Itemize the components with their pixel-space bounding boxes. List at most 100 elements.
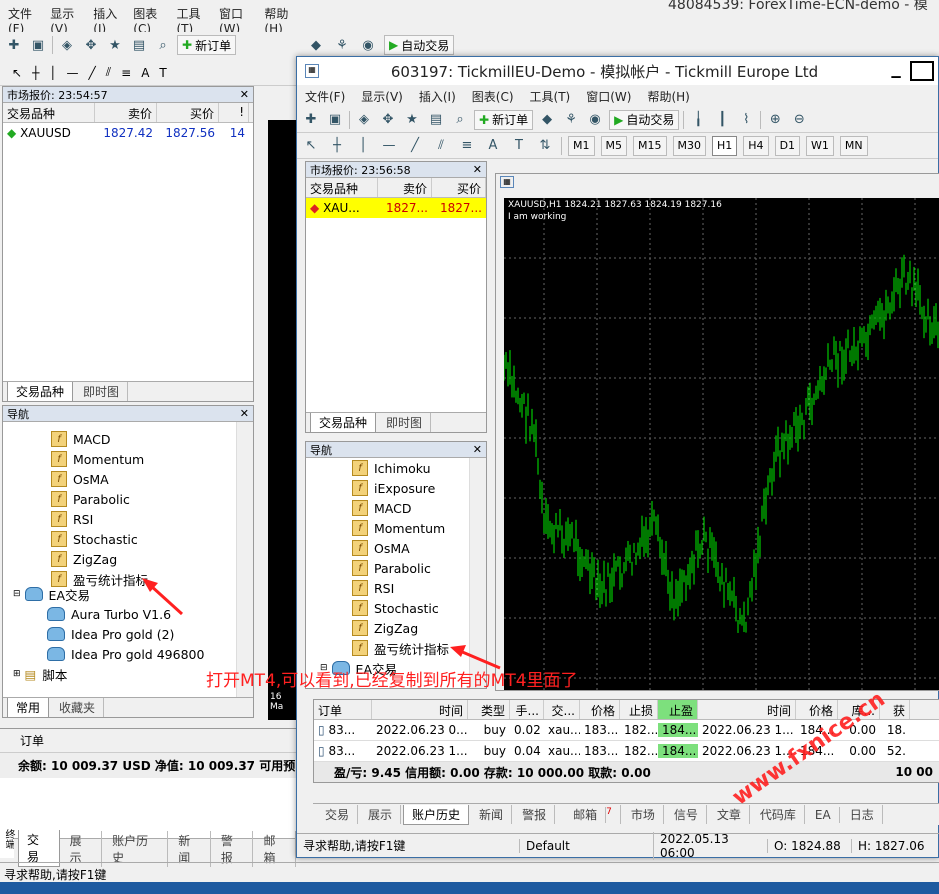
tab-symbols[interactable]: 交易品种 [7, 381, 74, 401]
tab-common[interactable]: 常用 [7, 697, 50, 717]
history-icon[interactable]: ⚘ [561, 110, 581, 130]
fg-menu-window[interactable]: 窗口(W) [578, 88, 639, 105]
cross-tool-icon[interactable]: ┼ [32, 66, 39, 80]
line-chart-icon[interactable]: ⌇ [736, 110, 756, 130]
fg-menu-file[interactable]: 文件(F) [297, 88, 353, 105]
signal-icon[interactable]: ◉ [585, 110, 605, 130]
bg-nav-scrollbar[interactable] [236, 422, 253, 697]
nav-item[interactable]: f iExposure [352, 478, 486, 498]
crosshair-icon[interactable]: ✥ [378, 110, 398, 130]
crosshair-icon[interactable]: ✥ [81, 35, 101, 55]
chart-tab-icon[interactable]: ▦ [500, 176, 514, 188]
col-time[interactable]: 时间 [372, 700, 468, 719]
terminal-icon[interactable]: ▤ [426, 110, 446, 130]
text-icon[interactable]: A [483, 136, 503, 156]
tab-journal[interactable]: 日志 [842, 805, 883, 824]
col-symbol[interactable]: 交... [544, 700, 580, 719]
vline-icon[interactable]: │ [353, 136, 373, 156]
ea-item[interactable]: Aura Turbo V1.6 [47, 604, 204, 624]
nav-item[interactable]: f OsMA [51, 469, 253, 489]
cursor-icon[interactable]: ↖ [301, 136, 321, 156]
eraser-icon[interactable]: ◆ [537, 110, 557, 130]
nav-item[interactable]: f OsMA [352, 538, 486, 558]
favorites-icon[interactable]: ★ [105, 35, 125, 55]
tab-signals[interactable]: 信号 [666, 805, 707, 824]
tf-m1[interactable]: M1 [568, 135, 595, 156]
tab-exposure[interactable]: 展示 [360, 805, 402, 824]
favorites-icon[interactable]: ★ [402, 110, 422, 130]
channel-icon[interactable]: ⫽ [431, 136, 451, 156]
zoom-in-icon[interactable]: ⊕ [765, 110, 785, 130]
tester-icon[interactable]: ⌕ [450, 110, 470, 130]
tf-m30[interactable]: M30 [672, 135, 706, 156]
tab-favorites[interactable]: 收藏夹 [51, 698, 105, 717]
tf-m15[interactable]: M15 [633, 135, 667, 156]
profiles-icon[interactable]: ▣ [28, 35, 48, 55]
bg-menu-window[interactable]: 窗口(W) [211, 5, 256, 36]
col-symbol[interactable]: 交易品种 [306, 178, 378, 197]
nav-item[interactable]: f MACD [51, 429, 253, 449]
bg-menu-tools[interactable]: 工具(T) [168, 5, 211, 36]
col-lots[interactable]: 手... [510, 700, 544, 719]
bg-menu-file[interactable]: 文件(F) [0, 5, 42, 36]
ea-item[interactable]: Idea Pro gold (2) [47, 624, 204, 644]
nav-item[interactable]: f ZigZag [51, 549, 253, 569]
nav-item[interactable]: f 盈亏统计指标 [352, 638, 486, 658]
text-icon[interactable]: A [141, 66, 149, 80]
fg-menu-insert[interactable]: 插入(I) [411, 88, 464, 105]
hline-icon[interactable]: — [379, 136, 399, 156]
col-symbol[interactable]: 交易品种 [3, 103, 95, 122]
tf-mn[interactable]: MN [839, 135, 868, 156]
tab-symbols[interactable]: 交易品种 [310, 412, 377, 432]
label-icon[interactable]: T [159, 66, 166, 80]
tab-tick-chart[interactable]: 即时图 [75, 382, 129, 401]
nav-item[interactable]: f Stochastic [352, 598, 486, 618]
col-close-time[interactable]: 时间 [698, 700, 796, 719]
tester-icon[interactable]: ⌕ [153, 35, 173, 55]
bar-chart-icon[interactable]: ╽ [688, 110, 708, 130]
nav-item[interactable]: f MACD [352, 498, 486, 518]
col-spread[interactable]: ! [219, 103, 249, 122]
vline-icon[interactable]: │ [49, 66, 56, 80]
fibo-icon[interactable]: ≡ [121, 66, 131, 80]
nav-item[interactable]: f RSI [51, 509, 253, 529]
table-row[interactable]: ▯ 83... 2022.06.23 1... buy 0.04 xau... … [314, 741, 939, 762]
tab-news[interactable]: 新闻 [471, 805, 513, 824]
close-icon[interactable]: ✕ [240, 88, 249, 101]
collapse-icon[interactable]: ⊟ [13, 589, 21, 599]
candle-chart-icon[interactable]: ┃ [712, 110, 732, 130]
tab-market[interactable]: 市场 [623, 805, 664, 824]
bg-menu-help[interactable]: 帮助(H) [256, 5, 300, 36]
close-icon[interactable]: ✕ [473, 443, 482, 456]
fg-menu-view[interactable]: 显示(V) [353, 88, 411, 105]
tf-w1[interactable]: W1 [806, 135, 834, 156]
nav-item[interactable]: f Momentum [51, 449, 253, 469]
tab-alerts[interactable]: 警报 [514, 805, 556, 824]
nav-scripts-folder[interactable]: ⊞ ▤ 脚本 [13, 664, 67, 684]
tab-history[interactable]: 账户历史 [403, 804, 470, 825]
fg-menu-chart[interactable]: 图表(C) [464, 88, 522, 105]
bg-new-order-button[interactable]: ✚ 新订单 [177, 35, 237, 55]
bg-menu-view[interactable]: 显示(V) [42, 5, 85, 36]
hline-icon[interactable]: — [67, 66, 79, 80]
col-tp[interactable]: 止盈 [658, 700, 698, 719]
bg-history-icon[interactable]: ⚘ [332, 35, 352, 55]
tab-codebase[interactable]: 代码库 [752, 805, 805, 824]
table-row[interactable]: ◆ XAUUSD 1827.42 1827.56 14 [3, 123, 253, 143]
bg-menu-insert[interactable]: 插入(I) [85, 5, 125, 36]
minimize-button[interactable]: ▁ [882, 64, 910, 78]
terminal-icon[interactable]: ▤ [129, 35, 149, 55]
nav-ea-folder[interactable]: ⊟ EA交易 [13, 584, 90, 604]
tf-d1[interactable]: D1 [774, 135, 801, 156]
chart-area[interactable]: XAUUSD,H1 1824.21 1827.63 1824.19 1827.1… [504, 198, 939, 692]
bg-auto-trade-button[interactable]: ▶ 自动交易 [384, 35, 455, 55]
maximize-button[interactable] [910, 61, 934, 81]
arrows-icon[interactable]: ⇅ [535, 136, 555, 156]
profiles-icon[interactable]: ▣ [325, 110, 345, 130]
trendline-icon[interactable]: ╱ [405, 136, 425, 156]
col-order[interactable]: 订单 [314, 700, 372, 719]
col-bid[interactable]: 卖价 [378, 178, 432, 197]
tf-h4[interactable]: H4 [743, 135, 769, 156]
col-sl[interactable]: 止损 [620, 700, 658, 719]
label-icon[interactable]: T [509, 136, 529, 156]
